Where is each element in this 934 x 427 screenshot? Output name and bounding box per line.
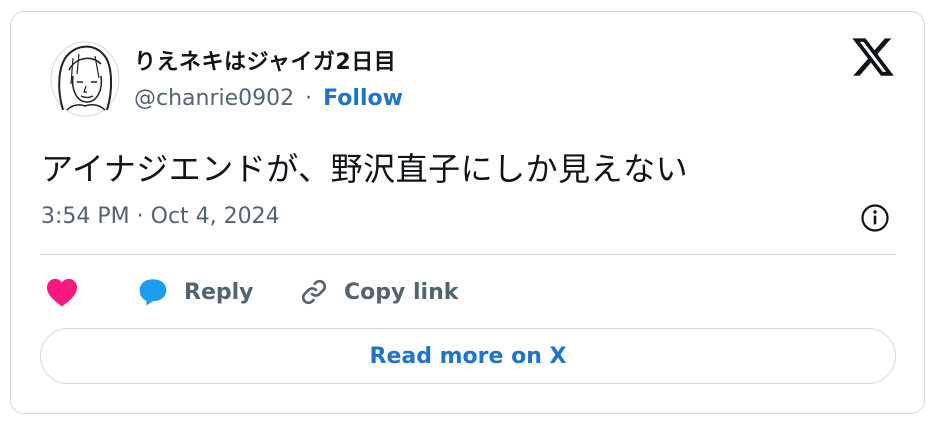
avatar[interactable] [49, 40, 121, 118]
author-display-name[interactable]: りえネキはジャイガ2日目 [134, 44, 396, 76]
like-button[interactable] [45, 273, 79, 311]
reply-label: Reply [184, 279, 254, 305]
copy-link-button[interactable]: Copy link [298, 273, 458, 311]
reply-button[interactable]: Reply [136, 273, 254, 311]
read-more-label: Read more on X [369, 343, 567, 369]
divider [40, 254, 896, 255]
info-icon[interactable] [860, 203, 890, 233]
sketch-portrait-icon [50, 41, 120, 117]
speech-bubble-icon [139, 279, 167, 306]
author-meta-row: @chanrie0902 · Follow [134, 86, 403, 111]
author-handle[interactable]: @chanrie0902 [134, 86, 294, 111]
separator-dot: · [305, 86, 313, 111]
tweet-text: アイナジエンドが、野沢直子にしか見えない [41, 150, 689, 188]
heart-icon [47, 278, 77, 307]
read-more-button[interactable]: Read more on X [40, 328, 896, 384]
link-icon [301, 279, 327, 305]
tweet-timestamp[interactable]: 3:54 PM · Oct 4, 2024 [41, 204, 280, 229]
x-logo-icon[interactable] [850, 34, 896, 80]
copy-link-label: Copy link [344, 279, 459, 305]
follow-button[interactable]: Follow [323, 86, 403, 111]
